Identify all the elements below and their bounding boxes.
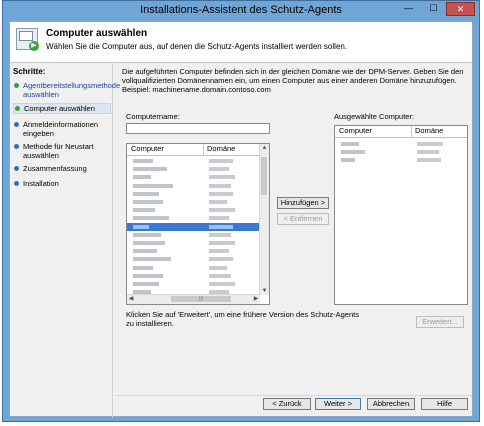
back-button[interactable]: < Zurück [263,398,311,410]
page-title: Computer auswählen [46,28,148,39]
next-button[interactable]: Weiter > [315,398,361,410]
step-pending-icon [14,122,19,127]
available-computers-list[interactable]: Computer Domäne ▲ ▼ ◀ ||| ▶ [126,143,270,305]
step-credentials[interactable]: Anmeldeinformationen eingeben [13,120,111,138]
steps-heading: Schritte: [13,67,46,76]
vertical-scrollbar[interactable]: ▲ ▼ [259,144,269,295]
step-complete-icon [14,83,19,88]
column-header-domain[interactable]: Domäne [415,126,443,136]
list-item[interactable] [127,173,261,181]
help-button[interactable]: Hilfe [421,398,468,410]
remove-button[interactable]: < Entfernen [277,213,329,225]
list-item[interactable] [127,239,261,247]
list-item[interactable] [127,272,261,280]
wizard-client-area: ▶ Computer auswählen Wählen Sie die Comp… [9,21,473,418]
list-item[interactable] [127,214,261,222]
step-label: Anmeldeinformationen eingeben [23,120,99,138]
add-button[interactable]: Hinzufügen > [277,197,329,209]
step-restart-method[interactable]: Methode für Neustart auswählen [13,142,111,160]
wizard-window: Installations-Assistent des Schutz-Agent… [2,0,480,422]
instructions-text: Die aufgeführten Computer befinden sich … [122,67,464,94]
step-summary[interactable]: Zusammenfassung [13,164,111,173]
computer-install-icon: ▶ [16,28,39,51]
list-header: Computer Domäne [335,126,467,138]
list-item[interactable] [127,165,261,173]
advanced-note: Klicken Sie auf 'Erweitert', um eine frü… [126,310,359,328]
scroll-down-icon[interactable]: ▼ [260,287,269,295]
scroll-thumb[interactable]: ||| [171,296,231,302]
step-pending-icon [14,166,19,171]
page-subtitle: Wählen Sie die Computer aus, auf denen d… [46,42,348,51]
list-item[interactable] [127,206,261,214]
scroll-right-icon[interactable]: ▶ [252,295,260,303]
step-label: Computer auswählen [24,104,95,113]
step-deployment-method[interactable]: Agentbereitstellungsmethode auswählen [13,81,120,99]
list-item[interactable] [127,198,261,206]
step-select-computers[interactable]: Computer auswählen [13,103,111,114]
minimize-button[interactable]: — [396,2,421,16]
step-installation[interactable]: Installation [13,179,111,188]
computer-name-input[interactable] [126,123,270,134]
step-current-icon [15,106,20,111]
list-item[interactable] [127,182,261,190]
selected-computers-list[interactable]: Computer Domäne [334,125,468,305]
column-header-domain[interactable]: Domäne [207,144,235,154]
list-item[interactable] [127,222,261,231]
column-header-computer[interactable]: Computer [339,126,372,136]
close-button[interactable]: ✕ [446,2,475,16]
step-pending-icon [14,144,19,149]
list-item[interactable] [127,231,261,239]
list-item[interactable] [127,190,261,198]
column-header-computer[interactable]: Computer [131,144,164,154]
steps-sidebar: Schritte: Agentbereitstellungsmethode au… [10,63,120,418]
list-item[interactable] [127,255,261,263]
step-label: Methode für Neustart auswählen [23,142,94,160]
step-pending-icon [14,181,19,186]
horizontal-scrollbar[interactable]: ◀ ||| ▶ [127,294,260,304]
step-label: Installation [23,179,59,188]
list-header: Computer Domäne [127,144,269,156]
list-item[interactable] [127,157,261,165]
scroll-thumb[interactable] [261,157,267,195]
list-item[interactable] [335,140,467,148]
list-item[interactable] [127,264,261,272]
selected-computers-label: Ausgewählte Computer: [334,112,415,121]
scroll-up-icon[interactable]: ▲ [260,144,269,152]
step-label: Zusammenfassung [23,164,87,173]
list-item[interactable] [335,156,467,164]
list-item[interactable] [127,280,261,288]
scroll-left-icon[interactable]: ◀ [127,295,135,303]
wizard-header: ▶ Computer auswählen Wählen Sie die Comp… [10,22,472,63]
computer-name-label: Computername: [126,112,180,121]
footer-divider [116,395,472,396]
main-panel: Die aufgeführten Computer befinden sich … [116,63,472,418]
list-item[interactable] [127,247,261,255]
maximize-button[interactable]: ☐ [421,2,446,16]
step-label: Agentbereitstellungsmethode auswählen [23,81,121,99]
list-item[interactable] [335,148,467,156]
advanced-button[interactable]: Erweitert... [416,316,464,328]
cancel-button[interactable]: Abbrechen [367,398,415,410]
